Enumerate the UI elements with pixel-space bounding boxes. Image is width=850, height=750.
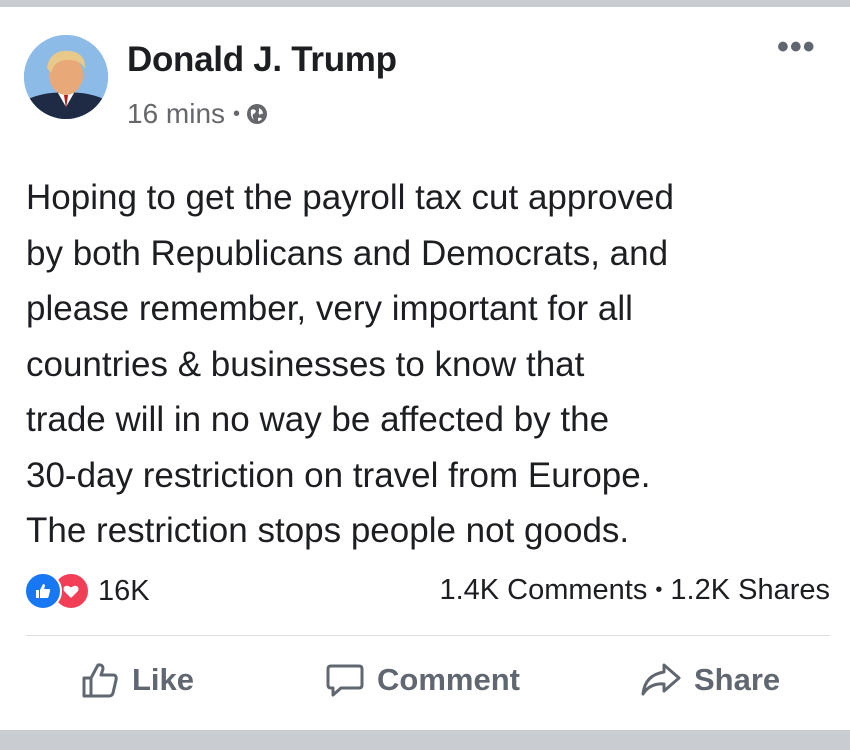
post-text: Hoping to get the payroll tax cut approv… <box>26 178 674 550</box>
action-divider <box>26 635 830 636</box>
reaction-icons <box>24 572 90 610</box>
comment-button[interactable]: Comment <box>325 660 520 700</box>
share-button[interactable]: Share <box>640 660 780 700</box>
comment-bubble-icon <box>325 660 365 700</box>
reactions-count: 16K <box>98 574 150 607</box>
more-options-button[interactable]: ••• <box>777 30 816 64</box>
share-button-label: Share <box>694 662 781 697</box>
post-author-name[interactable]: Donald J. Trump <box>127 40 397 80</box>
share-arrow-icon <box>640 660 682 700</box>
shares-count-link[interactable]: 1.2K Shares <box>670 574 830 607</box>
engagement-stats: 1.4K Comments • 1.2K Shares <box>439 574 830 607</box>
like-button[interactable]: Like <box>80 660 194 700</box>
comment-button-label: Comment <box>377 662 520 697</box>
avatar-image <box>24 35 108 119</box>
bottom-frame-bar <box>0 730 850 750</box>
stats-separator: • <box>655 579 663 601</box>
like-button-label: Like <box>132 662 195 697</box>
globe-icon <box>246 103 268 125</box>
reactions-summary[interactable]: 16K <box>24 572 150 610</box>
meta-separator: • <box>233 102 241 125</box>
comments-count-link[interactable]: 1.4K Comments <box>439 574 647 607</box>
avatar[interactable] <box>24 35 108 119</box>
post-meta: 16 mins • <box>127 98 268 130</box>
post-timestamp[interactable]: 16 mins <box>127 98 225 130</box>
top-frame-bar <box>0 0 850 7</box>
like-reaction-icon <box>24 572 62 610</box>
thumbs-up-icon <box>80 660 120 700</box>
